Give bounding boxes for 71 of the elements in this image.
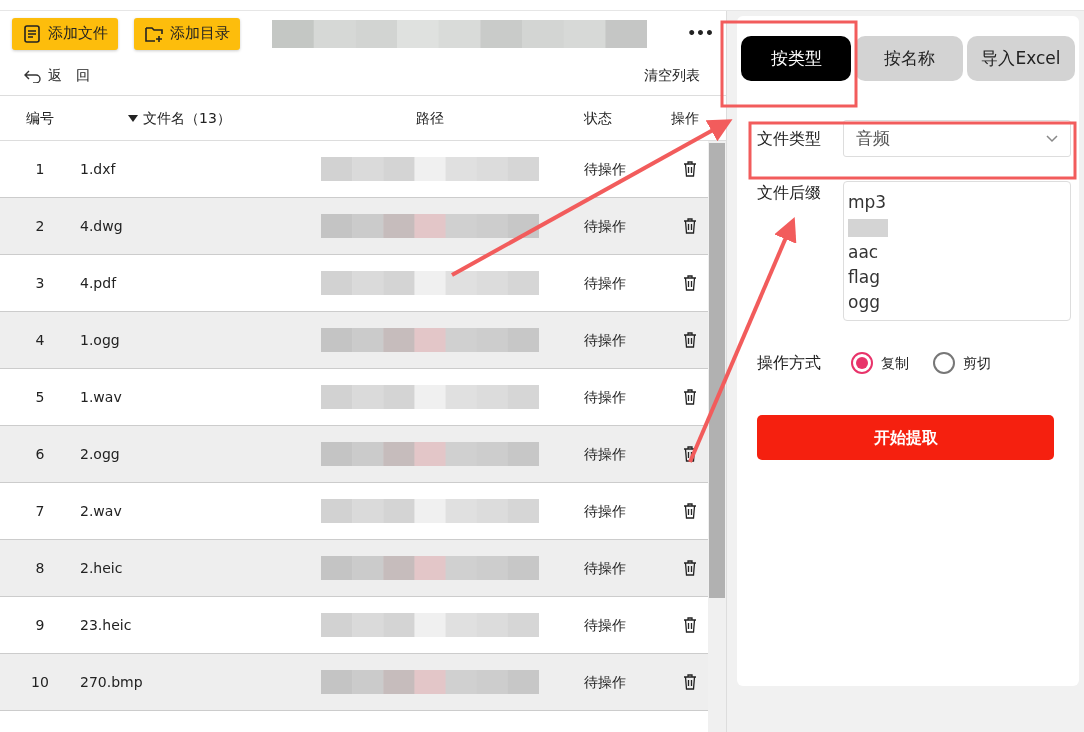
delete-icon[interactable] <box>683 503 697 519</box>
row-number: 3 <box>34 273 46 293</box>
delete-icon[interactable] <box>683 275 697 291</box>
column-header[interactable]: 路径 <box>416 107 444 129</box>
file-name-cell-text: 2.wav <box>80 501 123 521</box>
status-cell-text: 待操作 <box>583 159 627 179</box>
column-header[interactable]: 文件名（13） <box>128 107 231 129</box>
radio-button[interactable] <box>933 352 955 374</box>
radio-label: 复制 <box>881 353 909 373</box>
status-cell-text: 待操作 <box>583 558 627 578</box>
file-name-cell-text: 2.heic <box>80 558 124 578</box>
delete-icon[interactable] <box>683 161 697 177</box>
tab[interactable]: 导入Excel <box>967 36 1075 81</box>
chevron-down-icon <box>1046 134 1058 143</box>
suffix-line: ogg <box>848 292 880 312</box>
file-name-cell-text: 23.heic <box>80 615 133 635</box>
row-number: 6 <box>34 444 46 464</box>
radio-button[interactable] <box>851 352 873 374</box>
file-name-cell-text: 270.bmp <box>80 672 144 692</box>
file-name-cell-text: 4.dwg <box>80 216 124 236</box>
row-number: 7 <box>34 501 46 521</box>
more-button[interactable]: ••• <box>687 23 714 44</box>
file-name-cell-text: 1.wav <box>80 387 123 407</box>
row-number: 1 <box>34 159 46 179</box>
file-name-cell-text: 1.ogg <box>80 330 121 350</box>
delete-icon[interactable] <box>683 218 697 234</box>
suffix-textarea[interactable]: mp3 aac flag ogg <box>843 181 1071 321</box>
status-cell-text: 待操作 <box>583 216 627 236</box>
blurred-suffix <box>848 219 888 237</box>
clear-list-link[interactable]: 清空列表 <box>644 65 700 86</box>
column-header[interactable]: 操作 <box>671 107 699 129</box>
status-cell-text: 待操作 <box>583 615 627 635</box>
file-name-cell-text: 2.ogg <box>80 444 121 464</box>
column-header[interactable]: 状态 <box>584 107 612 129</box>
file-name-cell-text: 1.dxf <box>80 159 117 179</box>
row-number: 4 <box>34 330 46 350</box>
delete-icon[interactable] <box>683 617 697 633</box>
delete-icon[interactable] <box>683 389 697 405</box>
delete-icon[interactable] <box>683 332 697 348</box>
add-button[interactable]: 添加文件 <box>12 17 118 50</box>
status-cell-text: 待操作 <box>583 672 627 692</box>
status-cell-text: 待操作 <box>583 444 627 464</box>
document-icon <box>22 23 42 44</box>
suffix-line: aac <box>848 242 879 262</box>
status-cell-text: 待操作 <box>583 273 627 293</box>
row-number: 5 <box>34 387 46 407</box>
row-number: 8 <box>34 558 46 578</box>
delete-icon[interactable] <box>683 560 697 576</box>
file-name-cell-text: 4.pdf <box>80 273 118 293</box>
row-number: 10 <box>30 672 50 692</box>
start-button[interactable]: 开始提取 <box>757 415 1054 460</box>
tab[interactable]: 按名称 <box>855 36 963 81</box>
tab[interactable]: 按类型 <box>741 36 851 81</box>
suffix-line: mp3 <box>848 192 887 212</box>
status-cell-text: 待操作 <box>583 501 627 521</box>
column-header[interactable]: 编号 <box>26 107 54 129</box>
back-arrow-icon <box>24 68 42 83</box>
field-label: 操作方式 <box>757 352 822 374</box>
row-number: 9 <box>34 615 46 635</box>
delete-icon[interactable] <box>683 674 697 690</box>
status-cell-text: 待操作 <box>583 330 627 350</box>
field-label: 文件类型 <box>757 127 822 150</box>
radio-label: 剪切 <box>963 353 991 373</box>
back-link[interactable]: 返 回 <box>24 65 90 86</box>
add-button[interactable]: 添加目录 <box>134 17 240 50</box>
suffix-line: flag <box>848 267 880 287</box>
field-label: 文件后缀 <box>757 182 822 204</box>
delete-icon[interactable] <box>683 446 697 462</box>
status-cell-text: 待操作 <box>583 387 627 407</box>
row-number: 2 <box>34 216 46 236</box>
scrollbar-thumb[interactable] <box>709 143 725 598</box>
